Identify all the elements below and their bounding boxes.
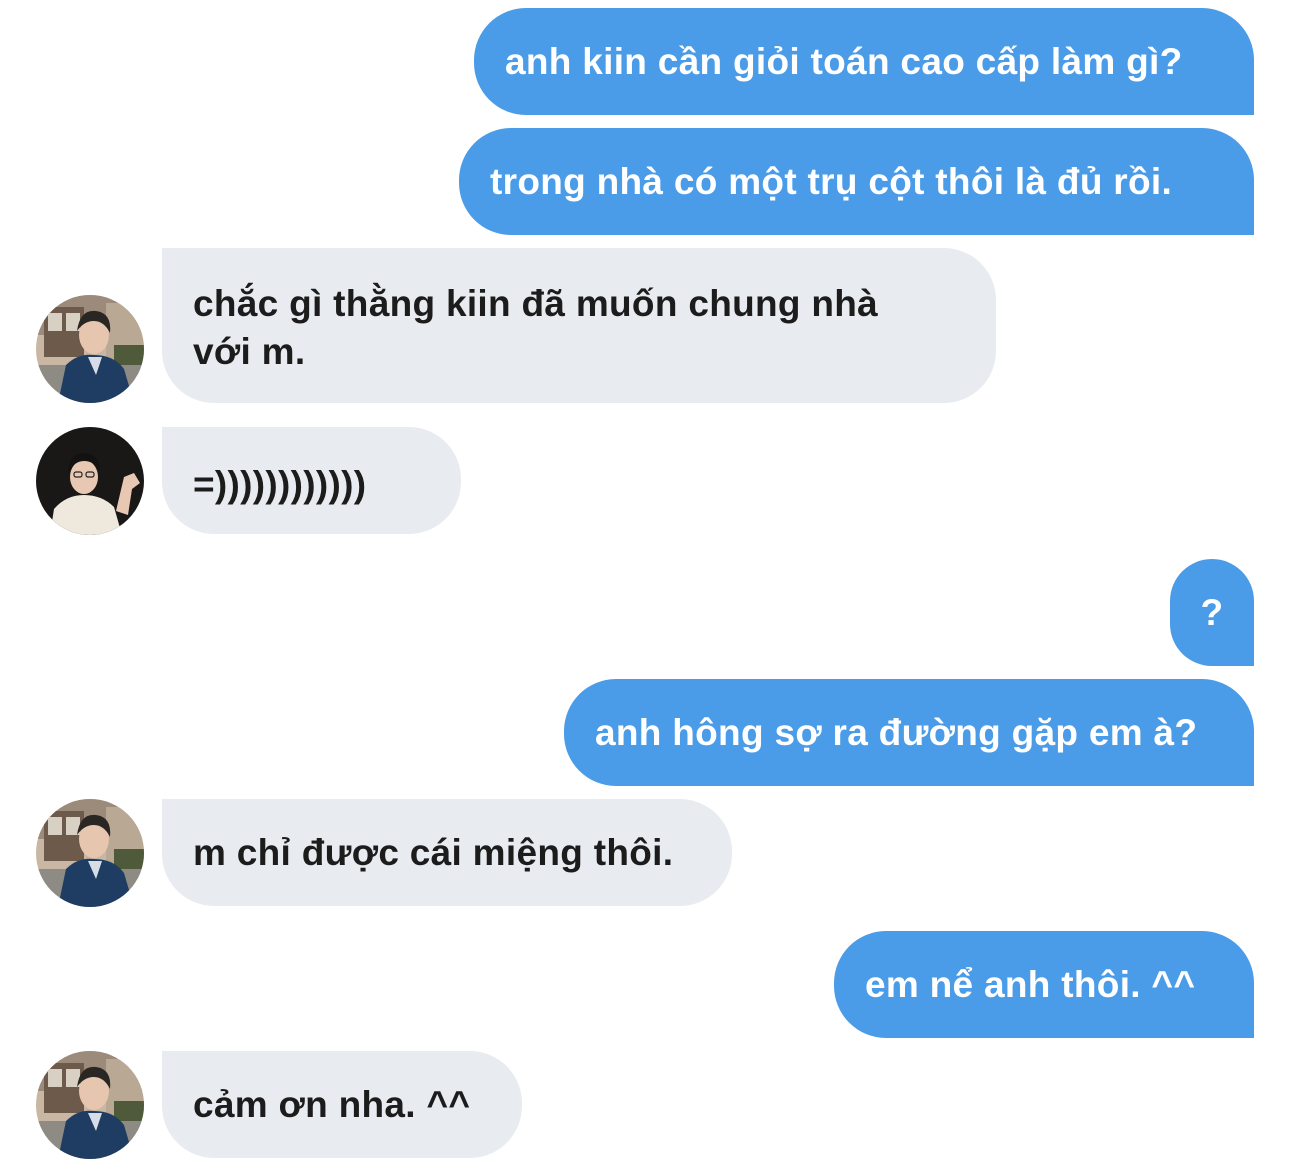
incoming-message-bubble[interactable]: cảm ơn nha. ^^	[162, 1051, 522, 1158]
contact-avatar[interactable]	[36, 295, 144, 403]
outgoing-message-bubble[interactable]: ?	[1170, 559, 1254, 666]
avatar-man-blue-jacket-icon	[36, 295, 144, 403]
outgoing-message-bubble[interactable]: anh kiin cần giỏi toán cao cấp làm gì?	[474, 8, 1254, 115]
incoming-message-bubble[interactable]: chắc gì thằng kiin đã muốn chung nhà với…	[162, 248, 996, 403]
incoming-message-bubble[interactable]: m chỉ được cái miệng thôi.	[162, 799, 732, 906]
message-text-line: chắc gì thằng kiin đã muốn chung nhà	[193, 283, 879, 324]
incoming-message-bubble[interactable]: =))))))))))))	[162, 427, 461, 534]
avatar-man-blue-jacket-icon	[36, 1051, 144, 1159]
message-text: =))))))))))))	[193, 464, 367, 505]
outgoing-message-bubble[interactable]: trong nhà có một trụ cột thôi là đủ rồi.	[459, 128, 1254, 235]
message-text: em nể anh thôi. ^^	[865, 964, 1196, 1005]
message-text-line: với m.	[193, 331, 306, 372]
contact-avatar[interactable]	[36, 1051, 144, 1159]
message-text: anh kiin cần giỏi toán cao cấp làm gì?	[505, 41, 1183, 82]
message-text: anh hông sợ ra đường gặp em à?	[595, 712, 1198, 753]
outgoing-message-bubble[interactable]: anh hông sợ ra đường gặp em à?	[564, 679, 1254, 786]
message-text: m chỉ được cái miệng thôi.	[193, 832, 674, 873]
message-text: ?	[1200, 592, 1224, 633]
outgoing-message-bubble[interactable]: em nể anh thôi. ^^	[834, 931, 1254, 1038]
avatar-man-white-tshirt-icon	[36, 427, 144, 535]
contact-avatar[interactable]	[36, 799, 144, 907]
contact-avatar[interactable]	[36, 427, 144, 535]
message-text: cảm ơn nha. ^^	[193, 1084, 471, 1125]
message-text: trong nhà có một trụ cột thôi là đủ rồi.	[490, 161, 1173, 202]
avatar-man-blue-jacket-icon	[36, 799, 144, 907]
